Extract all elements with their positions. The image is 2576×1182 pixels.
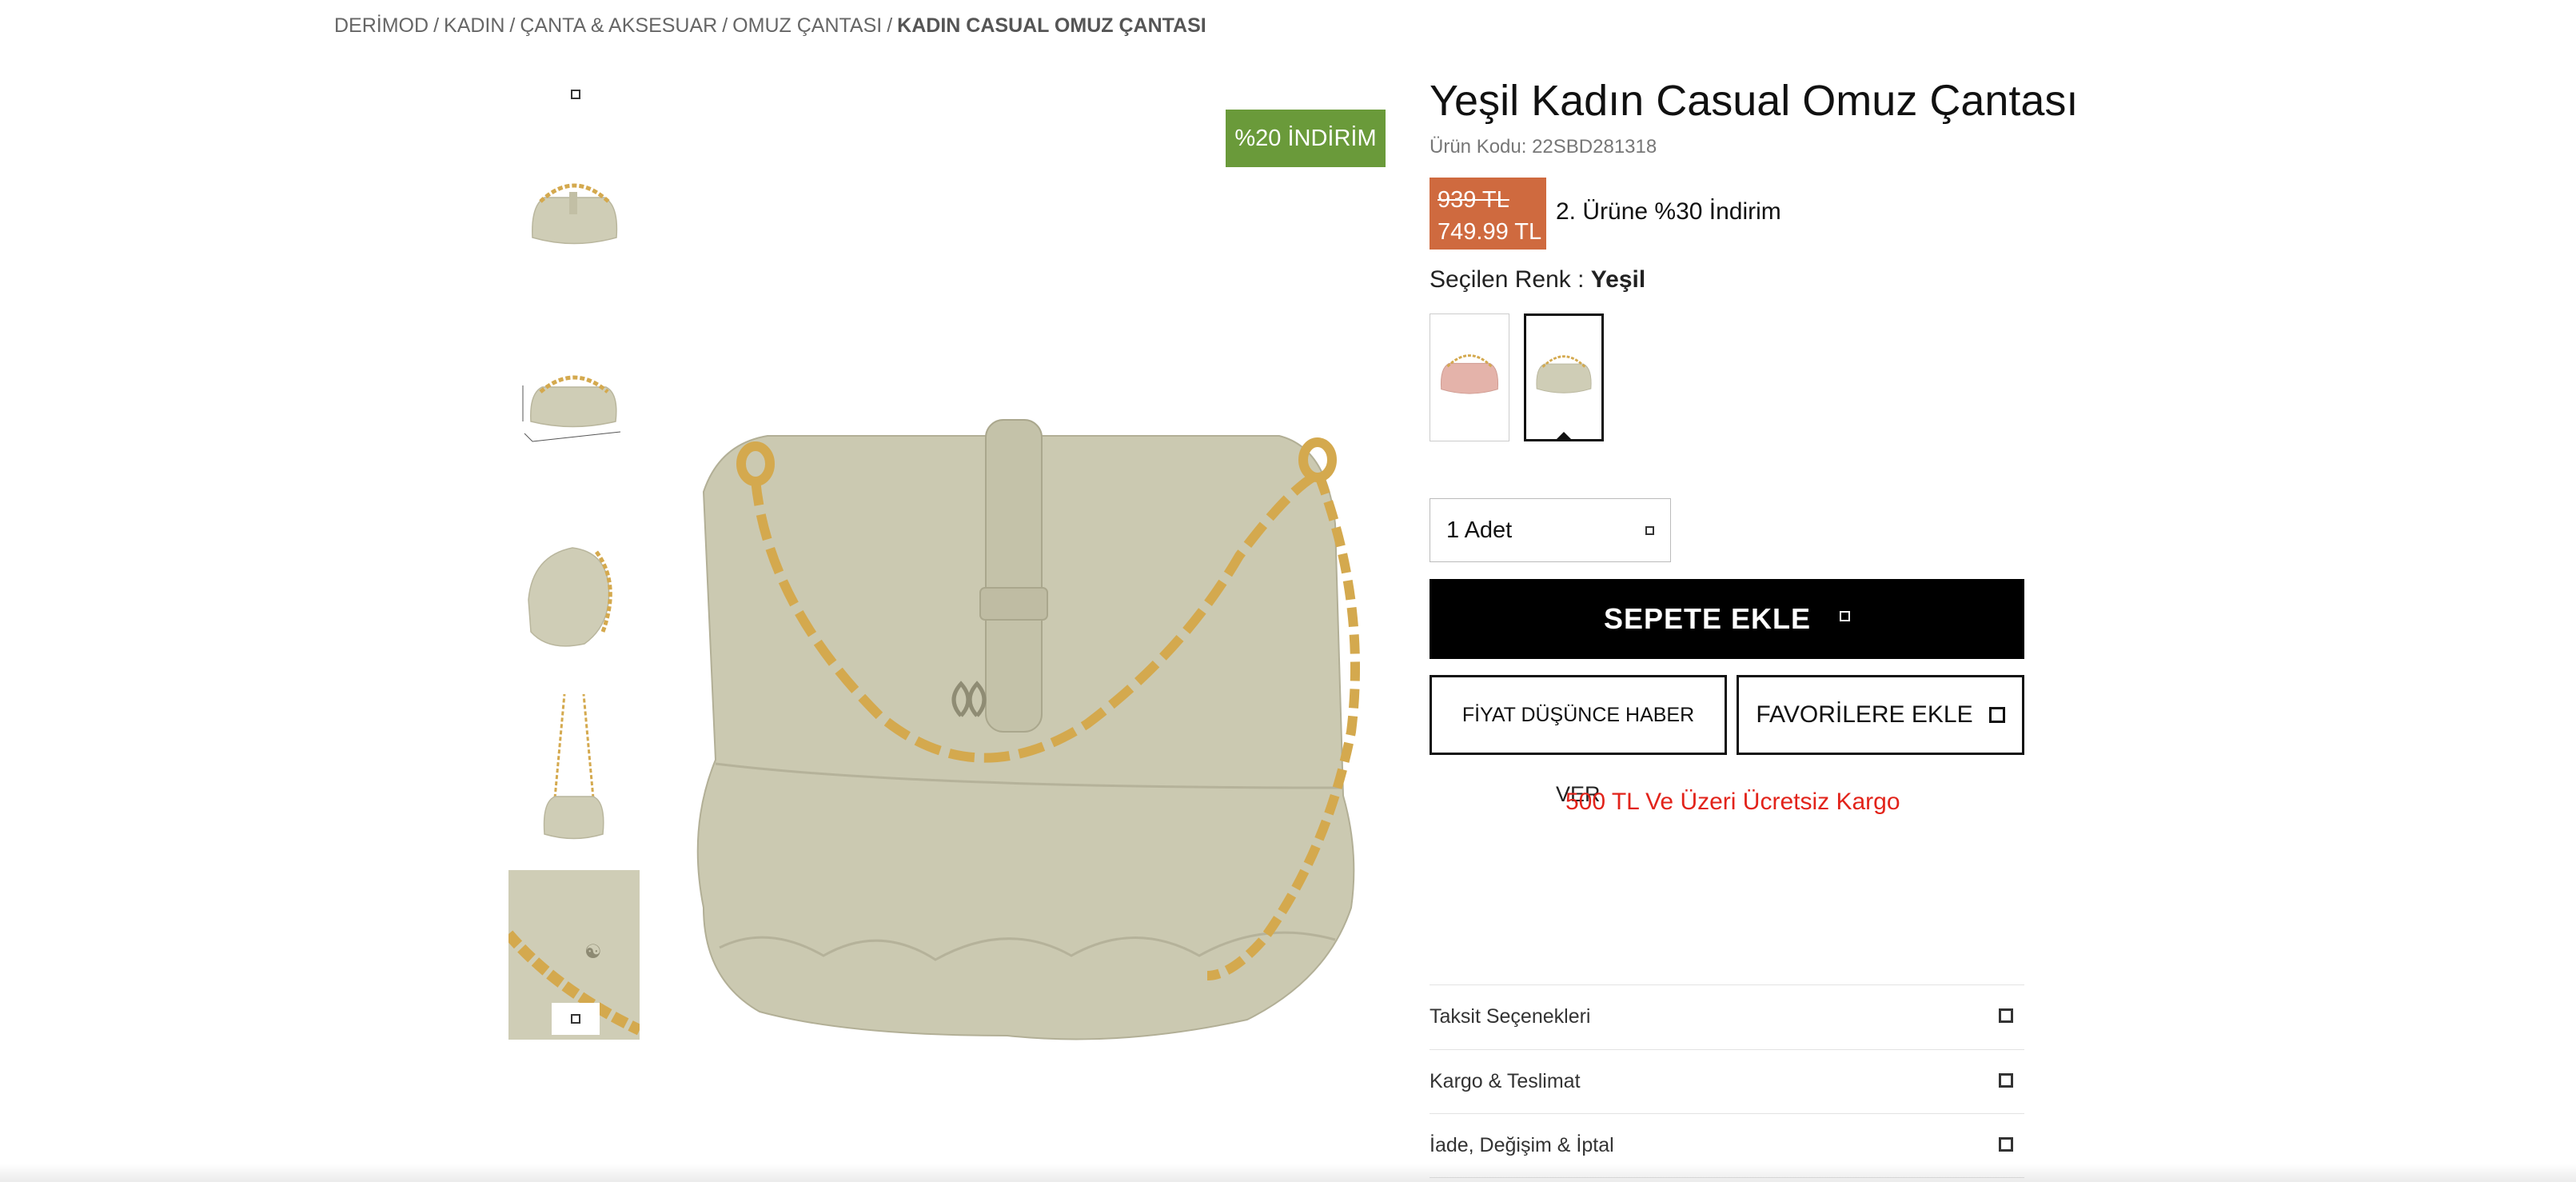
color-label-text: Seçilen Renk : xyxy=(1430,266,1585,293)
color-swatch-pink[interactable] xyxy=(1430,313,1509,441)
chevron-down-icon xyxy=(1645,526,1654,535)
thumbnail-front[interactable] xyxy=(508,130,640,299)
accordion-shipping[interactable]: Kargo & Teslimat xyxy=(1430,1049,2024,1113)
accordion-shipping-label: Kargo & Teslimat xyxy=(1430,1069,1581,1092)
accordion-installments-label: Taksit Seçenekleri xyxy=(1430,1004,1591,1028)
selected-swatch-indicator-icon xyxy=(1554,432,1573,441)
add-to-favorites-button[interactable]: FAVORİLERE EKLE xyxy=(1737,675,2024,755)
favorites-label: FAVORİLERE EKLE xyxy=(1756,701,1973,728)
add-to-cart-label: SEPETE EKLE xyxy=(1603,602,1812,635)
pink-bag-swatch-image xyxy=(1440,354,1499,394)
price-alert-label: FİYAT DÜŞÜNCE HABER xyxy=(1461,703,1695,726)
thumbnail-down-arrow-button[interactable] xyxy=(552,1003,600,1035)
expand-icon xyxy=(1999,1008,2013,1023)
expand-icon xyxy=(1999,1073,2013,1088)
bag-thumbnail-dimensions-image xyxy=(522,375,621,442)
breadcrumb-link-home[interactable]: DERİMOD xyxy=(334,14,429,37)
svg-text:☯: ☯ xyxy=(584,940,602,963)
breadcrumb-link-women[interactable]: KADIN xyxy=(444,14,504,37)
selected-color-label: Seçilen Renk : Yeşil xyxy=(1430,266,1645,294)
old-price: 939 TL xyxy=(1438,187,1509,213)
bag-thumbnail-front-image xyxy=(532,183,618,245)
thumbnail-side[interactable] xyxy=(508,512,640,681)
price-alert-button[interactable]: FİYAT DÜŞÜNCE HABER xyxy=(1430,675,1727,755)
add-to-cart-button[interactable]: SEPETE EKLE xyxy=(1430,579,2024,659)
breadcrumb-separator: / xyxy=(509,14,516,37)
quantity-value: 1 Adet xyxy=(1446,517,1513,543)
bag-thumbnail-side-image xyxy=(528,547,612,647)
bag-thumbnail-strap-image xyxy=(543,693,604,840)
quantity-select[interactable]: 1 Adet xyxy=(1430,498,1671,562)
thumbnail-down-arrow-icon xyxy=(571,1014,580,1024)
new-price: 749.99 TL xyxy=(1438,219,1542,245)
breadcrumb-link-shoulder-bags[interactable]: OMUZ ÇANTASI xyxy=(732,14,882,37)
breadcrumb-separator: / xyxy=(433,14,440,37)
color-swatch-green[interactable] xyxy=(1524,313,1604,441)
accordion-returns-label: İade, Değişim & İptal xyxy=(1430,1133,1614,1156)
cart-icon xyxy=(1840,610,1851,621)
breadcrumb: DERİMOD / KADIN / ÇANTA & AKSESUAR / OMUZ ÇANT… xyxy=(334,14,1206,38)
bottom-scroll-shadow xyxy=(0,1164,2576,1182)
main-product-image[interactable] xyxy=(672,108,1391,1148)
price-box: 939 TL 749.99 TL xyxy=(1430,178,1546,250)
breadcrumb-link-bags[interactable]: ÇANTA & AKSESUAR xyxy=(520,14,717,37)
selected-color-value: Yeşil xyxy=(1590,266,1646,293)
expand-icon xyxy=(1999,1137,2013,1152)
thumbnail-strap[interactable] xyxy=(508,686,640,856)
heart-icon xyxy=(1988,707,2005,723)
promo-text: 2. Ürüne %30 İndirim xyxy=(1556,198,1781,225)
free-shipping-note: 500 TL Ve Üzeri Ücretsiz Kargo xyxy=(1565,789,1900,815)
breadcrumb-current: KADIN CASUAL OMUZ ÇANTASI xyxy=(897,14,1206,37)
accordion-installments[interactable]: Taksit Seçenekleri xyxy=(1430,984,2024,1048)
product-code: Ürün Kodu: 22SBD281318 xyxy=(1430,136,1657,158)
breadcrumb-separator: / xyxy=(887,14,893,37)
breadcrumb-separator: / xyxy=(722,14,728,37)
product-title: Yeşil Kadın Casual Omuz Çantası xyxy=(1430,77,2079,125)
thumbnail-up-arrow-icon[interactable] xyxy=(571,90,580,99)
thumbnail-dimensions[interactable] xyxy=(508,321,640,491)
discount-badge: %20 İNDİRİM xyxy=(1226,110,1386,167)
green-bag-swatch-image xyxy=(1536,355,1592,393)
